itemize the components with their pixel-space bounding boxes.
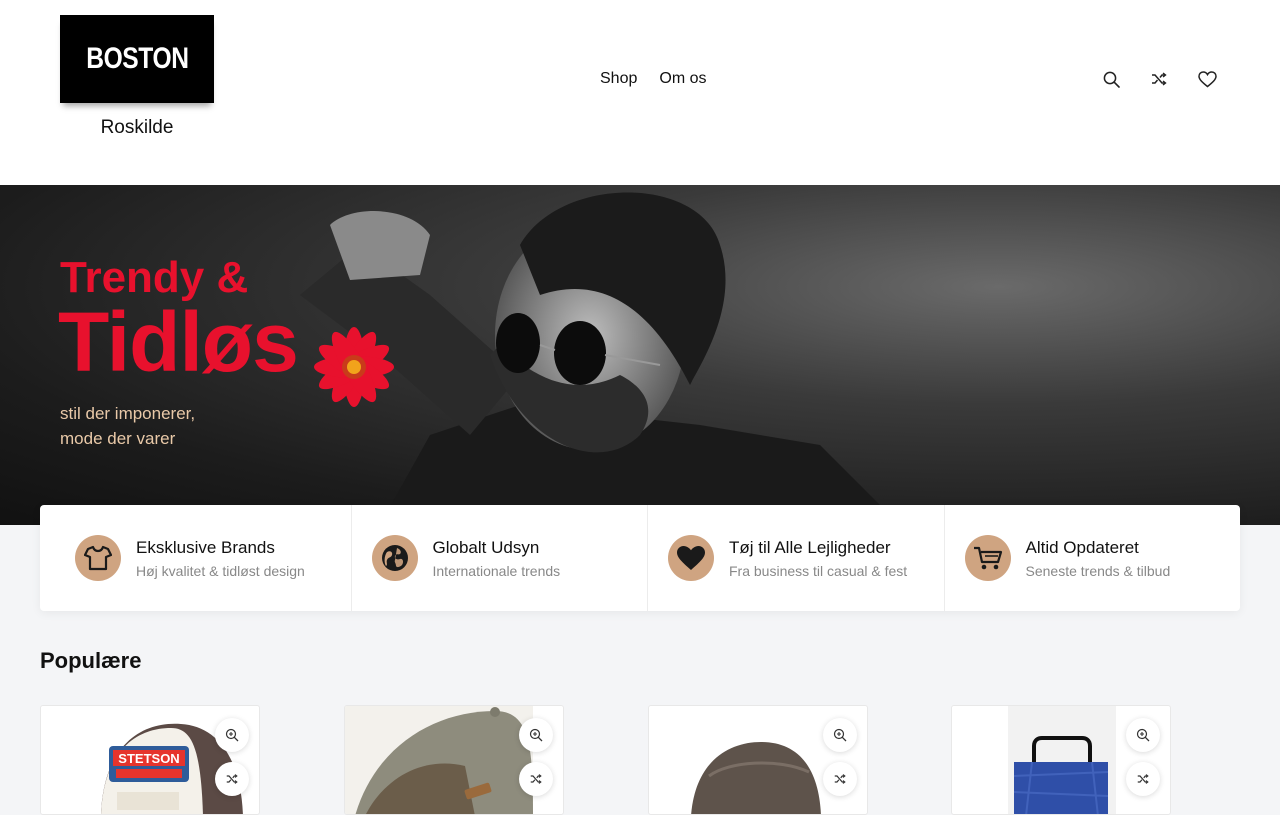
tshirt-icon — [75, 535, 121, 581]
product-card[interactable] — [951, 705, 1171, 815]
feature-desc: Seneste trends & tilbud — [1025, 562, 1171, 579]
zoom-button[interactable] — [215, 718, 249, 752]
logo-text: BOSTON — [85, 42, 189, 75]
feature-title: Altid Opdateret — [1025, 537, 1139, 557]
shuffle-icon — [834, 774, 846, 784]
hero-title-line2: Tidløs — [58, 295, 299, 389]
shuffle-icon — [1137, 774, 1149, 784]
hero-subtitle-line1: stil der imponerer, — [60, 404, 196, 423]
shuffle-icon — [530, 774, 542, 784]
product-card[interactable]: STETSON — [40, 705, 260, 815]
nav-item-om-os[interactable]: Om os — [659, 70, 706, 88]
product-card[interactable] — [648, 705, 868, 815]
svg-text:STETSON: STETSON — [118, 751, 179, 766]
feature-title: Globalt Udsyn — [432, 537, 540, 557]
zoom-icon — [225, 728, 239, 742]
zoom-button[interactable] — [519, 718, 553, 752]
zoom-icon — [529, 728, 543, 742]
logo[interactable]: BOSTON — [60, 15, 214, 103]
zoom-button[interactable] — [1126, 718, 1160, 752]
product-card[interactable] — [344, 705, 564, 815]
search-icon[interactable] — [1100, 68, 1122, 90]
nav-item-shop[interactable]: Shop — [600, 70, 637, 88]
site-header: BOSTON Roskilde Shop Om os — [0, 0, 1280, 185]
hero-subtitle-line2: mode der varer — [60, 429, 176, 448]
heart-icon — [668, 535, 714, 581]
feature-item: Eksklusive Brands Høj kvalitet & tidløst… — [40, 505, 351, 611]
shuffle-icon[interactable] — [1148, 68, 1170, 90]
main-nav: Shop Om os — [600, 70, 707, 88]
feature-desc: Fra business til casual & fest — [729, 562, 908, 579]
hero-banner: Trendy & Tidløs stil der imponerer, mode… — [0, 185, 1280, 525]
globe-icon — [371, 535, 418, 581]
feature-item: Globalt Udsyn Internationale trends — [350, 505, 648, 611]
compare-button[interactable] — [215, 762, 249, 796]
feature-desc: Høj kvalitet & tidløst design — [136, 562, 305, 579]
feature-title: Tøj til Alle Lejligheder — [729, 537, 891, 557]
heart-icon[interactable] — [1196, 68, 1218, 90]
feature-item: Tøj til Alle Lejligheder Fra business ti… — [647, 505, 944, 611]
header-actions — [1100, 68, 1218, 90]
section-title-popular: Populære — [40, 648, 142, 673]
cart-icon — [964, 535, 1011, 581]
zoom-icon — [833, 728, 847, 742]
zoom-button[interactable] — [823, 718, 857, 752]
zoom-icon — [1136, 728, 1150, 742]
shuffle-icon — [226, 774, 238, 784]
feature-title: Eksklusive Brands — [136, 537, 275, 557]
compare-button[interactable] — [519, 762, 553, 796]
store-location: Roskilde — [100, 117, 174, 138]
features-bar: Eksklusive Brands Høj kvalitet & tidløst… — [40, 505, 1240, 611]
feature-item: Altid Opdateret Seneste trends & tilbud — [943, 505, 1241, 611]
compare-button[interactable] — [823, 762, 857, 796]
feature-desc: Internationale trends — [432, 562, 561, 579]
compare-button[interactable] — [1126, 762, 1160, 796]
hero-subtitle: stil der imponerer, mode der varer — [60, 401, 195, 451]
